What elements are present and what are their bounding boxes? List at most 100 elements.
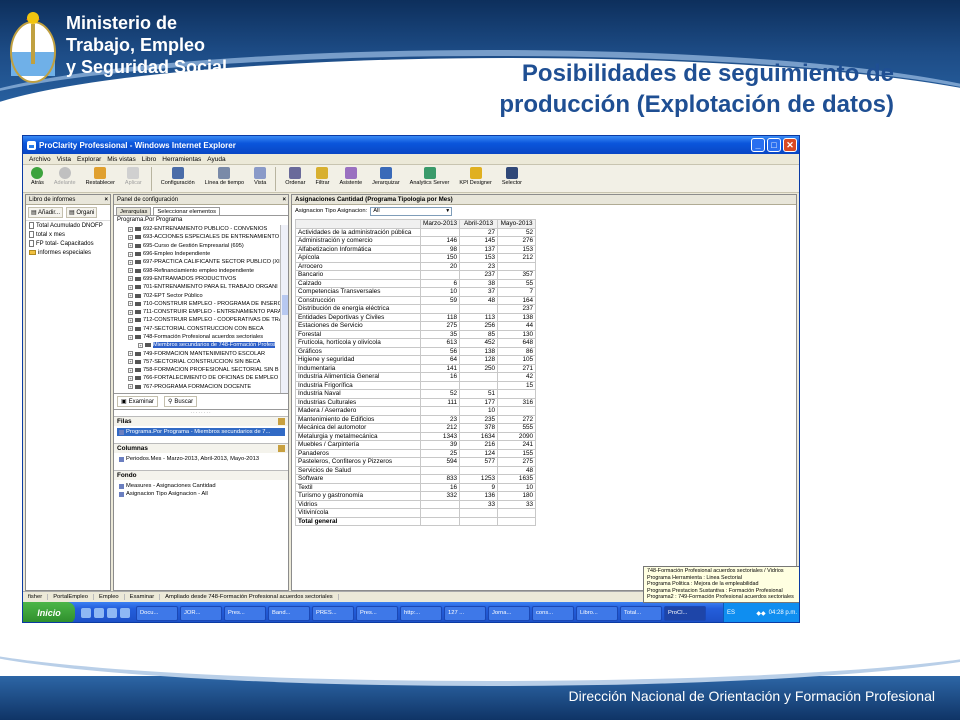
data-cell[interactable]: 250 [459,363,499,373]
row-header[interactable]: Entidades Deportivas y Civiles [295,312,421,322]
row-header[interactable]: Administración y comercio [295,236,421,246]
rows-item[interactable]: Programa.Por Programa - Miembros secunda… [117,428,285,436]
report-item[interactable]: FP total- Capacitados [26,239,110,248]
tab-hierarchies[interactable]: Jerarquías [116,207,152,215]
forward-button[interactable]: Adelante [50,167,80,186]
swap-icon[interactable] [278,418,285,425]
data-cell[interactable]: 613 [419,338,461,348]
data-cell[interactable]: 271 [497,363,537,373]
expand-icon[interactable]: + [128,317,133,323]
row-header[interactable]: Servicios de Salud [295,465,421,475]
row-header[interactable]: Mantenimiento de Edificios [295,414,421,424]
row-header[interactable]: Frutícola, hortícola y olivícola [295,338,421,348]
data-cell[interactable]: 153 [497,244,537,254]
tree-item[interactable]: +767-PROGRAMA FORMACION DOCENTE [114,383,288,391]
data-cell[interactable]: 130 [497,329,537,339]
data-cell[interactable]: 833 [419,474,461,484]
swap-icon[interactable] [278,445,285,452]
data-cell[interactable] [459,516,499,526]
menu-libro[interactable]: Libro [142,156,156,163]
sort-button[interactable]: Ordenar [281,167,309,186]
background-item[interactable]: Asignacion Tipo Asignacion - All [117,490,285,498]
expand-icon[interactable]: + [138,342,143,348]
menu-explorar[interactable]: Explorar [77,156,101,163]
expand-icon[interactable]: + [128,326,133,332]
data-cell[interactable]: 23 [459,261,499,271]
row-header[interactable]: Bancario [295,270,421,280]
kpi-designer-button[interactable]: KPI Designer [455,167,495,186]
expand-icon[interactable]: + [128,284,133,290]
columns-item[interactable]: Periodos.Mes - Marzo-2013, Abril-2013, M… [117,455,285,463]
row-header[interactable]: Estaciones de Servicio [295,321,421,331]
data-cell[interactable]: 105 [497,355,537,365]
data-cell[interactable]: 146 [419,236,461,246]
selector-button[interactable]: Selector [498,167,526,186]
filter-button[interactable]: Filtrar [311,167,333,186]
data-cell[interactable]: 138 [497,312,537,322]
data-cell[interactable]: 42 [497,372,537,382]
row-header[interactable]: Vidrios [295,499,421,509]
data-cell[interactable]: 86 [497,346,537,356]
background-dropzone[interactable]: Measures - Asignaciones Cantidad Asignac… [114,480,288,502]
expand-icon[interactable]: + [128,268,133,274]
tree-scrollbar[interactable] [280,225,288,393]
data-cell[interactable]: 27 [459,227,499,237]
data-cell[interactable] [419,304,461,314]
timeline-button[interactable]: Línea de tiempo [201,167,248,186]
data-cell[interactable]: 164 [497,295,537,305]
menu-vista[interactable]: Vista [57,156,71,163]
data-cell[interactable] [419,499,461,509]
menu-herramientas[interactable]: Herramientas [162,156,201,163]
data-cell[interactable]: 275 [419,321,461,331]
data-cell[interactable] [497,516,537,526]
close-panel-icon[interactable]: × [282,197,286,203]
row-header[interactable]: Vitivinícola [295,508,421,518]
expand-icon[interactable]: + [128,251,133,257]
data-cell[interactable]: 39 [419,440,461,450]
column-header[interactable]: Mayo-2013 [497,219,537,229]
tree-item[interactable]: +702-EPT Sector Público [114,291,288,299]
tree-item[interactable]: +711-CONSTRUIR EMPLEO - ENTRENAMIENTO PA… [114,308,288,316]
menu-archivo[interactable]: Archivo [29,156,51,163]
row-header[interactable]: Gráficos [295,346,421,356]
minimize-button[interactable]: _ [751,138,765,152]
data-cell[interactable]: 577 [459,457,499,467]
outlook-quicklaunch-icon[interactable] [94,608,104,618]
data-cell[interactable]: 48 [459,295,499,305]
data-cell[interactable]: 1635 [497,474,537,484]
row-header[interactable]: Forestal [295,329,421,339]
tree-item[interactable]: +766-FORTALECIMIENTO DE OFICINAS DE EMPL… [114,374,288,382]
tree-item[interactable]: +696-Empleo Independiente [114,250,288,258]
data-cell[interactable] [459,304,499,314]
start-button[interactable]: Inicio [23,602,75,622]
column-header[interactable]: Marzo-2013 [419,219,461,229]
data-cell[interactable] [419,270,461,280]
columns-dropzone[interactable]: Periodos.Mes - Marzo-2013, Abril-2013, M… [114,453,288,470]
data-cell[interactable]: 357 [497,270,537,280]
expand-icon[interactable]: + [128,293,133,299]
tree-item[interactable]: +697-PRACTICA CALIFICANTE SECTOR PUBLICO… [114,258,288,266]
data-cell[interactable]: 648 [497,338,537,348]
data-cell[interactable]: 212 [497,253,537,263]
taskbar-button[interactable]: Total... [620,605,662,621]
data-cell[interactable]: 44 [497,321,537,331]
ie-quicklaunch-icon[interactable] [81,608,91,618]
data-cell[interactable]: 316 [497,397,537,407]
data-cell[interactable]: 20 [419,261,461,271]
row-header[interactable]: Competencias Transversales [295,287,421,297]
data-cell[interactable]: 177 [459,397,499,407]
data-cell[interactable]: 16 [419,372,461,382]
taskbar-button[interactable]: Docu... [136,605,178,621]
row-header[interactable]: Textil [295,482,421,492]
tree-item[interactable]: +749-FORMACION MANTENIMIENTO ESCOLAR [114,349,288,357]
row-header[interactable]: Software [295,474,421,484]
analytics-server-button[interactable]: Analytics Server [406,167,454,186]
data-cell[interactable]: 35 [419,329,461,339]
tree-item[interactable]: +748-Formación Profesional acuerdos sect… [114,333,288,341]
data-cell[interactable]: 23 [419,414,461,424]
rows-dropzone[interactable]: Programa.Por Programa - Miembros secunda… [114,426,288,443]
filter-select[interactable]: All [370,206,453,216]
tab-select-elements[interactable]: Seleccionar elementos [153,207,221,215]
row-header[interactable]: Construcción [295,295,421,305]
expand-icon[interactable]: + [128,375,133,381]
